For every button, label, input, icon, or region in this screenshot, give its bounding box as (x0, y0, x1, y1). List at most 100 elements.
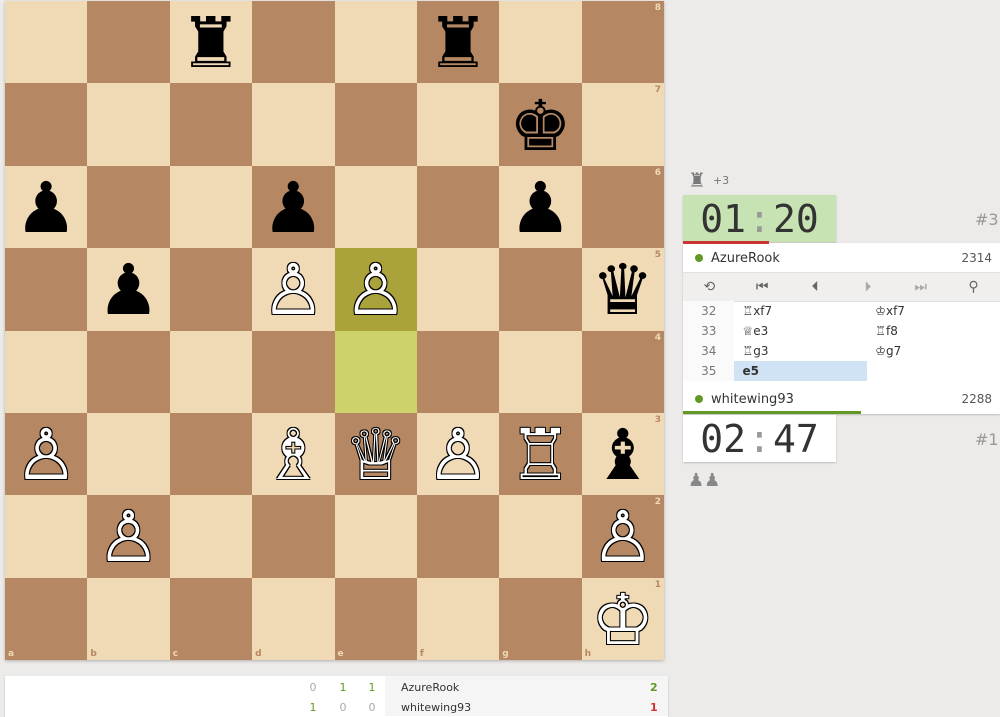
bottom-player[interactable]: whitewing93 2288 (683, 384, 1000, 414)
square-e4[interactable] (334, 330, 417, 413)
square-f1[interactable]: f (416, 577, 500, 660)
white-pawn-icon[interactable]: ♙ (262, 255, 325, 325)
square-d5[interactable]: ♙ (252, 248, 335, 331)
white-move-current[interactable]: e5 (734, 361, 868, 381)
square-h1[interactable]: ♔ 1 h (581, 577, 664, 660)
square-e8[interactable] (334, 1, 417, 84)
white-move[interactable]: ♕e3 (734, 321, 867, 341)
square-g2[interactable] (499, 495, 582, 578)
square-e6[interactable] (334, 165, 417, 249)
black-pawn-icon[interactable]: ♟ (97, 255, 160, 325)
square-c7[interactable] (169, 83, 253, 166)
square-e5[interactable]: ♙ (334, 248, 417, 331)
black-queen-icon[interactable]: ♛ (591, 255, 654, 325)
black-move[interactable] (867, 361, 1000, 381)
square-g5[interactable] (499, 248, 582, 331)
first-move-icon[interactable]: ⏮ (742, 279, 782, 295)
square-c8[interactable]: ♜ (169, 1, 253, 84)
square-g3[interactable]: ♖ (499, 412, 582, 496)
square-d6[interactable]: ♟ (252, 165, 335, 249)
square-b4[interactable] (87, 330, 170, 413)
square-c2[interactable] (169, 495, 253, 578)
black-rook-icon[interactable]: ♜ (180, 8, 243, 78)
square-c6[interactable] (169, 165, 253, 249)
square-h2[interactable]: ♙ 2 (581, 495, 664, 578)
square-c1[interactable]: c (169, 577, 253, 660)
square-b8[interactable] (87, 1, 170, 84)
square-a3[interactable]: ♙ (5, 412, 88, 496)
square-d4[interactable] (252, 330, 335, 413)
flip-board-icon[interactable]: ⟲ (689, 279, 729, 295)
square-h6[interactable]: 6 (581, 165, 664, 249)
square-c5[interactable] (169, 248, 253, 331)
square-a1[interactable]: a (5, 577, 88, 660)
square-c4[interactable] (169, 330, 253, 413)
square-f7[interactable] (416, 83, 500, 166)
square-b2[interactable]: ♙ (87, 495, 170, 578)
black-pawn-icon[interactable]: ♟ (509, 173, 572, 243)
square-a2[interactable] (5, 495, 88, 578)
white-queen-icon[interactable]: ♕ (344, 420, 407, 490)
white-king-icon[interactable]: ♔ (591, 585, 654, 655)
square-e1[interactable]: e (334, 577, 417, 660)
white-pawn-icon[interactable]: ♙ (15, 420, 78, 490)
square-d7[interactable] (252, 83, 335, 166)
black-pawn-icon[interactable]: ♟ (262, 173, 325, 243)
square-a5[interactable] (5, 248, 88, 331)
square-g8[interactable] (499, 1, 582, 84)
square-f2[interactable] (416, 495, 500, 578)
square-a7[interactable] (5, 83, 88, 166)
square-h7[interactable]: 7 (581, 83, 664, 166)
square-a8[interactable] (5, 1, 88, 84)
square-d2[interactable] (252, 495, 335, 578)
analysis-icon[interactable]: ⚲ (954, 279, 994, 295)
square-c3[interactable] (169, 412, 253, 496)
last-move-icon[interactable]: ⏭ (901, 279, 941, 295)
square-a4[interactable] (5, 330, 88, 413)
square-h8[interactable]: 8 (581, 1, 664, 84)
crosstable-player-name[interactable]: AzureRook (401, 681, 459, 694)
square-f5[interactable] (416, 248, 500, 331)
white-move[interactable]: ♖g3 (734, 341, 867, 361)
crosstable-player-name[interactable]: whitewing93 (401, 701, 471, 714)
black-move[interactable]: ♔xf7 (867, 301, 1000, 321)
square-f8[interactable]: ♜ (416, 1, 500, 84)
white-pawn-icon[interactable]: ♙ (344, 255, 407, 325)
square-b3[interactable] (87, 412, 170, 496)
white-move[interactable]: ♖xf7 (734, 301, 867, 321)
square-d1[interactable]: d (252, 577, 335, 660)
square-e7[interactable] (334, 83, 417, 166)
square-f6[interactable] (416, 165, 500, 249)
square-h3[interactable]: ♝ 3 (581, 412, 664, 496)
top-player-name[interactable]: AzureRook (711, 251, 780, 266)
black-rook-icon[interactable]: ♜ (427, 8, 490, 78)
black-king-icon[interactable]: ♚ (509, 91, 572, 161)
crosstable-result[interactable]: 0 (367, 701, 377, 714)
white-pawn-icon[interactable]: ♙ (427, 420, 490, 490)
square-b6[interactable] (87, 165, 170, 249)
square-d3[interactable]: ♗ (252, 412, 335, 496)
square-b7[interactable] (87, 83, 170, 166)
black-move[interactable]: ♖f8 (867, 321, 1000, 341)
square-g6[interactable]: ♟ (499, 165, 582, 249)
square-g7[interactable]: ♚ (499, 83, 582, 166)
square-f4[interactable] (416, 330, 500, 413)
crosstable-result[interactable]: 0 (338, 701, 348, 714)
black-move[interactable]: ♔g7 (867, 341, 1000, 361)
bottom-player-name[interactable]: whitewing93 (711, 392, 794, 407)
crosstable-result[interactable]: 0 (308, 681, 318, 694)
black-bishop-icon[interactable]: ♝ (591, 420, 654, 490)
white-rook-icon[interactable]: ♖ (509, 420, 572, 490)
crosstable-result[interactable]: 1 (338, 681, 348, 694)
square-g4[interactable] (499, 330, 582, 413)
square-g1[interactable]: g (499, 577, 582, 660)
white-pawn-icon[interactable]: ♙ (97, 502, 160, 572)
square-h5[interactable]: ♛ 5 (581, 248, 664, 331)
black-pawn-icon[interactable]: ♟ (15, 173, 78, 243)
square-d8[interactable] (252, 1, 335, 84)
crosstable-result[interactable]: 1 (367, 681, 377, 694)
white-pawn-icon[interactable]: ♙ (591, 502, 654, 572)
square-a6[interactable]: ♟ (5, 165, 88, 249)
next-move-icon[interactable]: ⏵ (848, 279, 888, 295)
square-b5[interactable]: ♟ (87, 248, 170, 331)
